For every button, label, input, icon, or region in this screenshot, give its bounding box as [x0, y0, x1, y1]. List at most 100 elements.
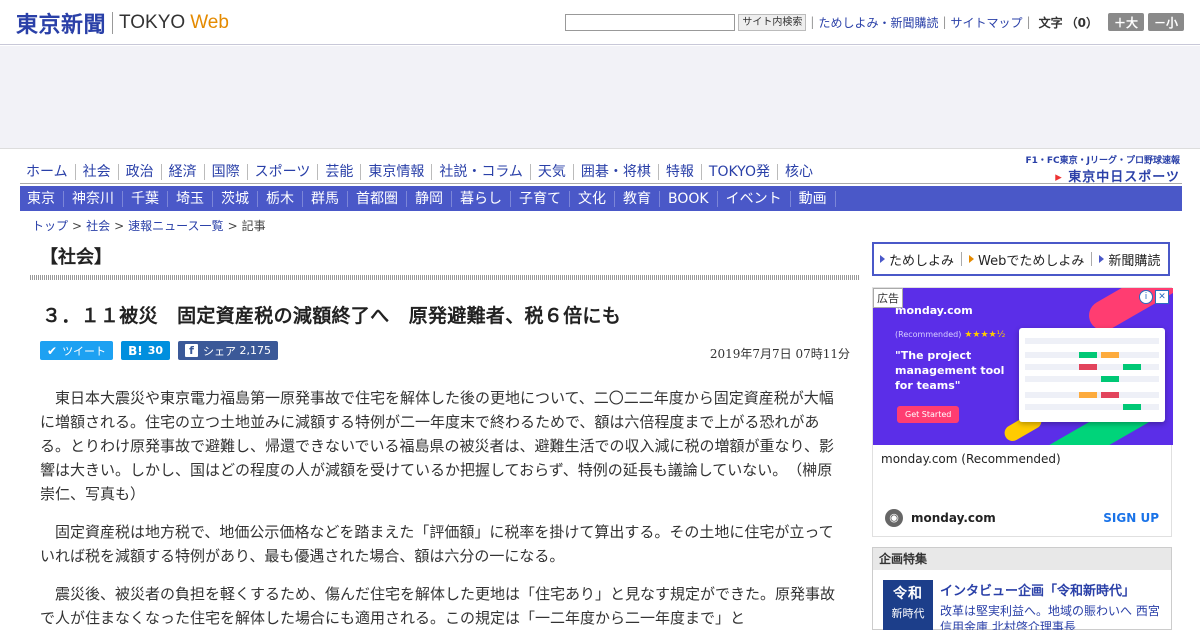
special-feature-title[interactable]: インタビュー企画「令和新時代」 — [940, 580, 1135, 599]
chunichi-logo: ▸ 東京中日スポーツ — [1025, 166, 1180, 185]
special-feature-box: 企画特集 令和 新時代 インタビュー企画「令和新時代」 改革は堅実利益へ。地域の… — [872, 547, 1172, 630]
ad-close-icon[interactable]: ✕ — [1155, 290, 1169, 304]
breadcrumb-society[interactable]: 社会 — [86, 219, 110, 233]
site-header: 東京新聞 TOKYO Web サイト内検索 | ためしよみ・新聞購読 | サイト… — [0, 0, 1200, 45]
subnav-item-education[interactable]: 教育 — [615, 190, 660, 207]
web-trial-link[interactable]: Webでためしよみ — [969, 250, 1084, 269]
ad-screen-cell — [1079, 392, 1097, 398]
nav-item-kakushin[interactable]: 核心 — [778, 164, 820, 180]
ad-brand-logo: monday.com — [895, 304, 973, 317]
tweet-label: ツイート — [62, 344, 107, 358]
ad-screen-cell — [1123, 404, 1141, 410]
nav-item-weather[interactable]: 天気 — [531, 163, 574, 180]
nav-item-sports[interactable]: スポーツ — [248, 163, 319, 180]
trial-reading-label: ためしよみ — [889, 253, 955, 269]
top-ad-area — [0, 46, 1200, 149]
chunichi-mark-icon: ▸ — [1055, 170, 1063, 185]
header-tools: サイト内検索 | ためしよみ・新聞購読 | サイトマップ | 文字 （0） ＋大… — [565, 13, 1184, 31]
ad-signup-button[interactable]: SIGN UP — [1103, 511, 1159, 525]
facebook-share-button[interactable]: f シェア 2,175 — [178, 341, 278, 360]
ad-screen-cell — [1101, 352, 1119, 358]
subnav-item-shizuoka[interactable]: 静岡 — [407, 190, 452, 207]
special-feature-heading: 企画特集 — [873, 548, 1171, 570]
ad-screen-cell — [1101, 376, 1119, 382]
subnav-item-book[interactable]: BOOK — [660, 190, 718, 207]
nav-item-home[interactable]: ホーム — [20, 163, 76, 180]
subnav-item-kanagawa[interactable]: 神奈川 — [64, 190, 123, 207]
nav-item-editorial[interactable]: 社説・コラム — [432, 163, 531, 180]
logo-divider — [112, 12, 114, 34]
special-feature-desc[interactable]: 改革は堅実利益へ。地域の賑わいへ 西宮信用金庫 北村啓介理事長 — [940, 603, 1165, 630]
subnav-item-saitama[interactable]: 埼玉 — [168, 190, 213, 207]
ad-image[interactable]: monday.com (Recommended) ★★★★½ "The proje… — [873, 288, 1173, 445]
subnav-item-culture[interactable]: 文化 — [570, 190, 615, 207]
ad-screen-row — [1025, 338, 1159, 344]
subnav-item-event[interactable]: イベント — [718, 190, 791, 207]
subnav-item-video[interactable]: 動画 — [791, 190, 836, 207]
divider — [1091, 252, 1093, 266]
breadcrumb-news-list[interactable]: 速報ニュース一覧 — [128, 219, 223, 233]
special-feature-thumbnail[interactable]: 令和 新時代 — [883, 580, 933, 630]
twitter-bird-icon: ✔ — [47, 343, 58, 358]
font-size-label: 文字 — [1038, 15, 1063, 30]
site-search-button[interactable]: サイト内検索 — [738, 13, 807, 31]
breadcrumb-current: 記事 — [241, 219, 266, 233]
nav-item-special-report[interactable]: 特報 — [659, 163, 702, 180]
subnav-item-ibaraki[interactable]: 茨城 — [213, 190, 258, 207]
subscribe-link[interactable]: ためしよみ・新聞購読 — [818, 14, 938, 31]
thumb-line2: 新時代 — [891, 607, 925, 620]
subscribe-sidebar-link[interactable]: 新聞購読 — [1099, 250, 1160, 269]
arrow-right-icon — [1099, 255, 1105, 263]
site-logo[interactable]: 東京新聞 TOKYO Web — [16, 9, 229, 38]
ad-footer: ◉ monday.com SIGN UP — [873, 502, 1171, 534]
nav-item-international[interactable]: 国際 — [205, 163, 248, 180]
subnav-item-shutoken[interactable]: 首都圏 — [348, 190, 407, 207]
logo-kanji: 東京新聞 — [16, 12, 107, 38]
globe-icon: ◉ — [885, 509, 903, 527]
search-input[interactable] — [565, 13, 736, 31]
nav-item-society[interactable]: 社会 — [76, 163, 119, 180]
nav-item-economy[interactable]: 経済 — [162, 163, 205, 180]
nav-item-tokyo-info[interactable]: 東京情報 — [361, 163, 433, 180]
thumb-line1: 令和 — [893, 586, 923, 602]
facebook-icon: f — [185, 344, 198, 357]
ad-label: 広告 — [873, 288, 903, 308]
breadcrumb-separator: > — [114, 219, 125, 233]
nav-item-entertainment[interactable]: 芸能 — [318, 163, 362, 180]
publish-date: 2019年7月7日 07時11分 — [709, 347, 850, 361]
ad-screen-cell — [1079, 364, 1097, 370]
hatena-bookmark-button[interactable]: B! 30 — [121, 341, 170, 360]
subnav-item-parenting[interactable]: 子育て — [511, 190, 570, 207]
ad-title[interactable]: monday.com (Recommended) — [881, 452, 1061, 466]
sitemap-link[interactable]: サイトマップ — [951, 14, 1023, 31]
sidebar-ad[interactable]: monday.com (Recommended) ★★★★½ "The proje… — [872, 287, 1173, 537]
chunichi-sports-banner[interactable]: F1・FC東京・Jリーグ・プロ野球速報 ▸ 東京中日スポーツ — [1025, 153, 1180, 185]
ad-info-icon[interactable]: i — [1139, 290, 1153, 304]
nav-item-tokyo-hatsu[interactable]: TOKYO発 — [702, 163, 778, 180]
subnav-item-living[interactable]: 暮らし — [452, 190, 511, 207]
divider — [961, 252, 963, 266]
breadcrumb-separator: > — [227, 219, 238, 233]
ad-recommended: (Recommended) ★★★★½ — [895, 330, 1005, 340]
trial-reading-link[interactable]: ためしよみ — [880, 250, 954, 269]
star-rating-icon: ★★★★½ — [964, 330, 1006, 340]
nav-item-politics[interactable]: 政治 — [119, 163, 162, 180]
font-enlarge-button[interactable]: ＋大 — [1107, 13, 1144, 31]
article-body: 東日本大震災や東京電力福島第一原発事故で住宅を解体した後の更地について、二〇二二… — [40, 386, 842, 630]
font-shrink-button[interactable]: －小 — [1147, 13, 1184, 31]
ad-get-started-button[interactable]: Get Started — [897, 406, 960, 423]
nav-item-go-shogi[interactable]: 囲碁・将棋 — [574, 163, 659, 180]
subscribe-sidebar-label: 新聞購読 — [1108, 253, 1161, 269]
subnav-item-chiba[interactable]: 千葉 — [123, 190, 168, 207]
subnav-item-gunma[interactable]: 群馬 — [303, 190, 348, 207]
breadcrumb-separator: > — [72, 219, 83, 233]
ad-screen-cell — [1101, 392, 1119, 398]
logo-tokyo: TOKYO — [119, 12, 186, 33]
breadcrumb-top[interactable]: トップ — [32, 219, 68, 233]
tweet-button[interactable]: ✔ ツイート — [40, 341, 114, 360]
subnav-item-tokyo[interactable]: 東京 — [20, 190, 64, 207]
facebook-share-label: シェア — [203, 344, 236, 358]
subnav-item-tochigi[interactable]: 栃木 — [258, 190, 303, 207]
divider: | — [1026, 15, 1031, 29]
arrow-right-icon — [969, 255, 975, 263]
